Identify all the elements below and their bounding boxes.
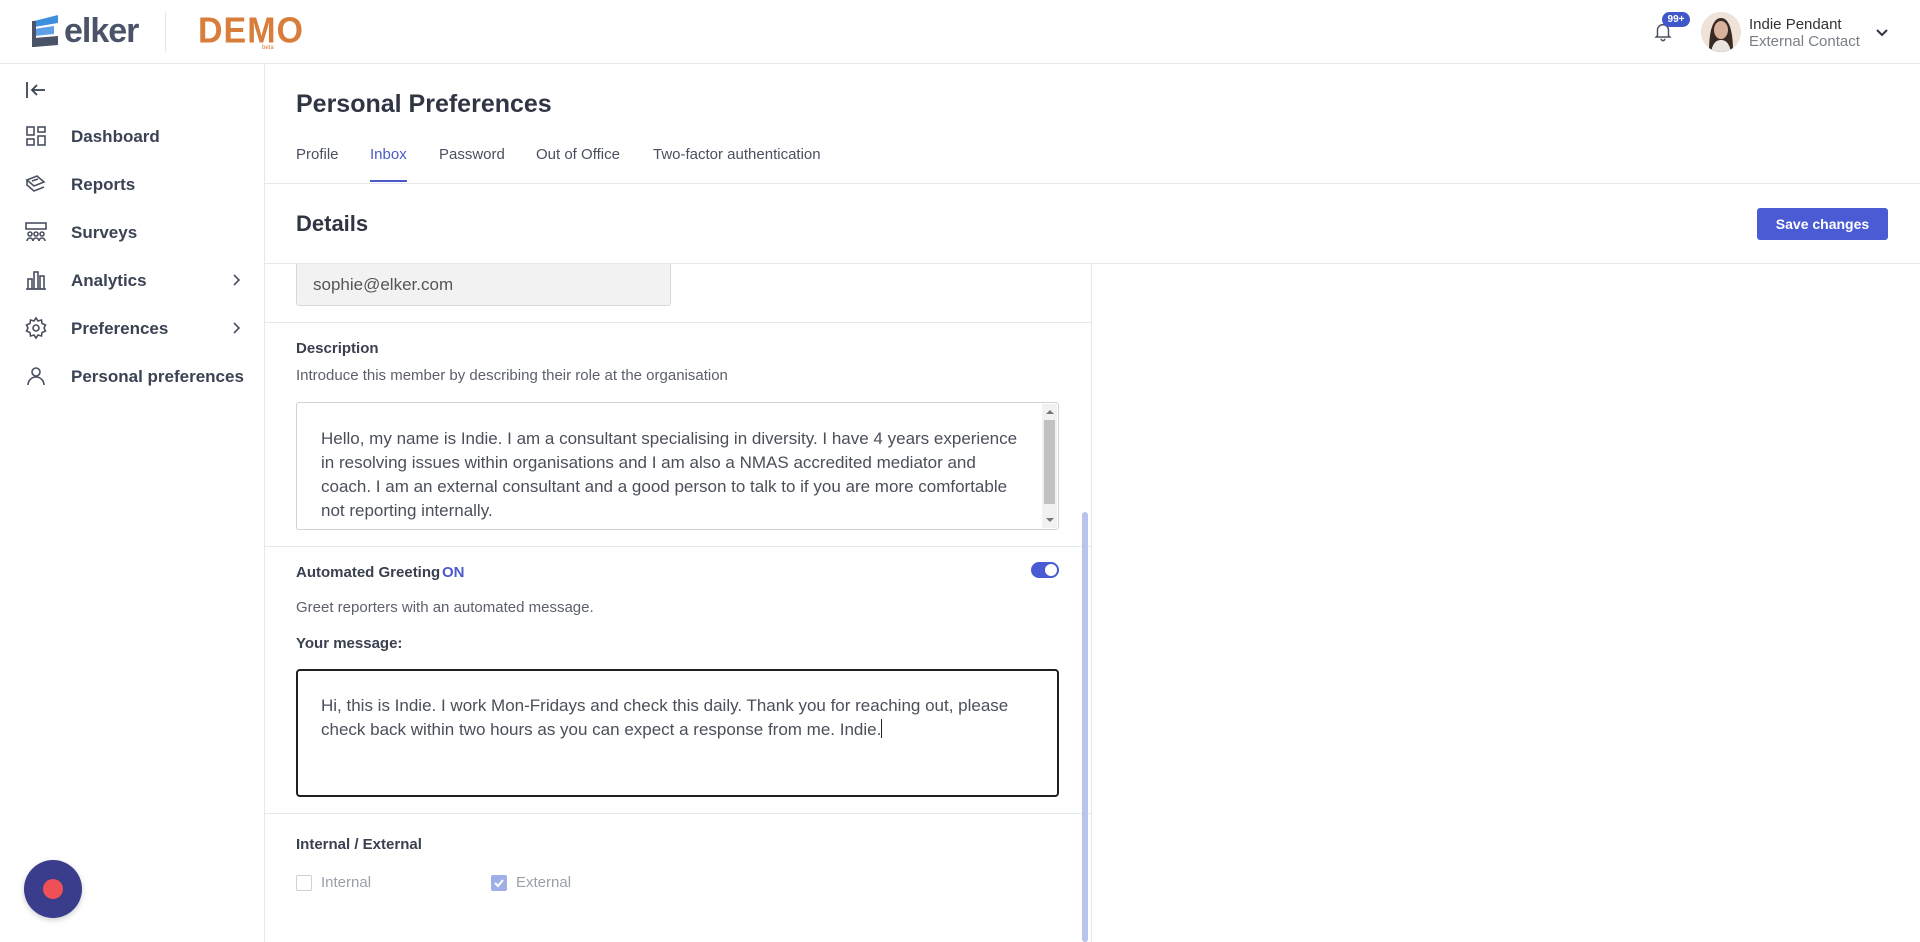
divider (265, 813, 1091, 814)
header-divider (165, 12, 166, 52)
internal-checkbox[interactable] (296, 875, 312, 891)
divider (265, 322, 1091, 323)
toggle-knob (1045, 564, 1057, 576)
sidebar-item-label: Surveys (71, 223, 138, 242)
greeting-help: Greet reporters with an automated messag… (296, 599, 594, 616)
sidebar-item-surveys[interactable]: Surveys (0, 212, 264, 252)
sidebar-item-reports[interactable]: Reports (0, 164, 264, 204)
user-icon (27, 367, 45, 386)
top-bar: elker DEMO beta 99+ Indie Pendant Extern… (0, 0, 1920, 64)
automated-greeting-label: Automated Greeting (296, 564, 441, 581)
tab-password[interactable]: Password (439, 146, 505, 182)
external-checkbox-label: External (516, 874, 572, 891)
save-changes-button[interactable]: Save changes (1757, 208, 1888, 240)
sidebar-item-personal-preferences[interactable]: Personal preferences (0, 356, 264, 396)
chevron-right-icon (233, 322, 241, 334)
collapse-sidebar-icon[interactable] (24, 78, 48, 102)
reports-icon (25, 175, 46, 192)
divider (265, 183, 1920, 184)
elker-logo-icon (32, 15, 58, 47)
details-form: Description Introduce this member by des… (265, 264, 1092, 942)
description-textarea[interactable]: Hello, my name is Indie. I am a consulta… (296, 402, 1059, 530)
description-text: Hello, my name is Indie. I am a consulta… (321, 429, 1018, 520)
record-dot-icon (43, 879, 63, 899)
demo-badge: DEMO (198, 11, 304, 51)
demo-sub-label: beta (262, 45, 274, 51)
internal-checkbox-label: Internal (321, 874, 372, 891)
grid-icon (26, 126, 46, 146)
gear-icon (25, 316, 47, 340)
avatar[interactable] (1701, 12, 1741, 52)
scroll-thumb[interactable] (1044, 420, 1055, 504)
checkmark-icon (494, 879, 504, 888)
user-name: Indie Pendant (1749, 16, 1842, 33)
sidebar-item-label: Analytics (71, 271, 147, 290)
section-title: Details (296, 211, 369, 236)
scroll-down-arrow-icon[interactable] (1046, 518, 1054, 522)
chevron-right-icon (233, 274, 241, 286)
description-scrollbar[interactable] (1042, 404, 1057, 528)
brand-name: elker (64, 12, 139, 50)
tab-out-of-office[interactable]: Out of Office (536, 146, 620, 182)
chevron-down-icon[interactable] (1874, 24, 1890, 40)
tab-inbox[interactable]: Inbox (370, 146, 407, 182)
sidebar-item-label: Reports (71, 175, 136, 194)
surveys-icon (25, 222, 47, 242)
your-message-label: Your message: (296, 635, 403, 652)
greeting-message-value: Hi, this is Indie. I work Mon-Fridays an… (321, 696, 1009, 739)
sidebar-item-label: Personal preferences (71, 367, 244, 386)
sidebar-item-label: Preferences (71, 319, 169, 338)
internal-external-label: Internal / External (296, 836, 422, 853)
automated-greeting-toggle[interactable] (1031, 562, 1059, 578)
notification-count-badge: 99+ (1662, 12, 1690, 27)
divider (265, 546, 1091, 547)
email-field[interactable] (296, 264, 671, 306)
text-cursor (881, 719, 883, 738)
user-role: External Contact (1749, 33, 1860, 50)
sidebar: Dashboard Reports Surveys Analytics Pref… (0, 64, 265, 942)
bar-chart-icon (26, 271, 46, 290)
description-help: Introduce this member by describing thei… (296, 367, 728, 384)
sidebar-item-label: Dashboard (71, 127, 160, 146)
tab-two-factor-authentication[interactable]: Two-factor authentication (653, 146, 821, 182)
tab-profile[interactable]: Profile (296, 146, 339, 182)
greeting-message-text: Hi, this is Indie. I work Mon-Fridays an… (321, 694, 1031, 742)
scroll-up-arrow-icon[interactable] (1046, 410, 1054, 414)
help-chat-button[interactable] (24, 860, 82, 918)
external-checkbox[interactable] (491, 875, 507, 891)
sidebar-item-preferences[interactable]: Preferences (0, 308, 264, 348)
greeting-message-textarea[interactable]: Hi, this is Indie. I work Mon-Fridays an… (296, 669, 1059, 797)
sidebar-item-dashboard[interactable]: Dashboard (0, 116, 264, 156)
sidebar-item-analytics[interactable]: Analytics (0, 260, 264, 300)
page-title: Personal Preferences (296, 90, 552, 118)
description-label: Description (296, 340, 379, 357)
greeting-status: ON (442, 564, 465, 581)
avatar-image (1701, 12, 1741, 52)
form-scrollbar[interactable] (1082, 512, 1088, 942)
elker-logo[interactable]: elker (30, 12, 139, 50)
